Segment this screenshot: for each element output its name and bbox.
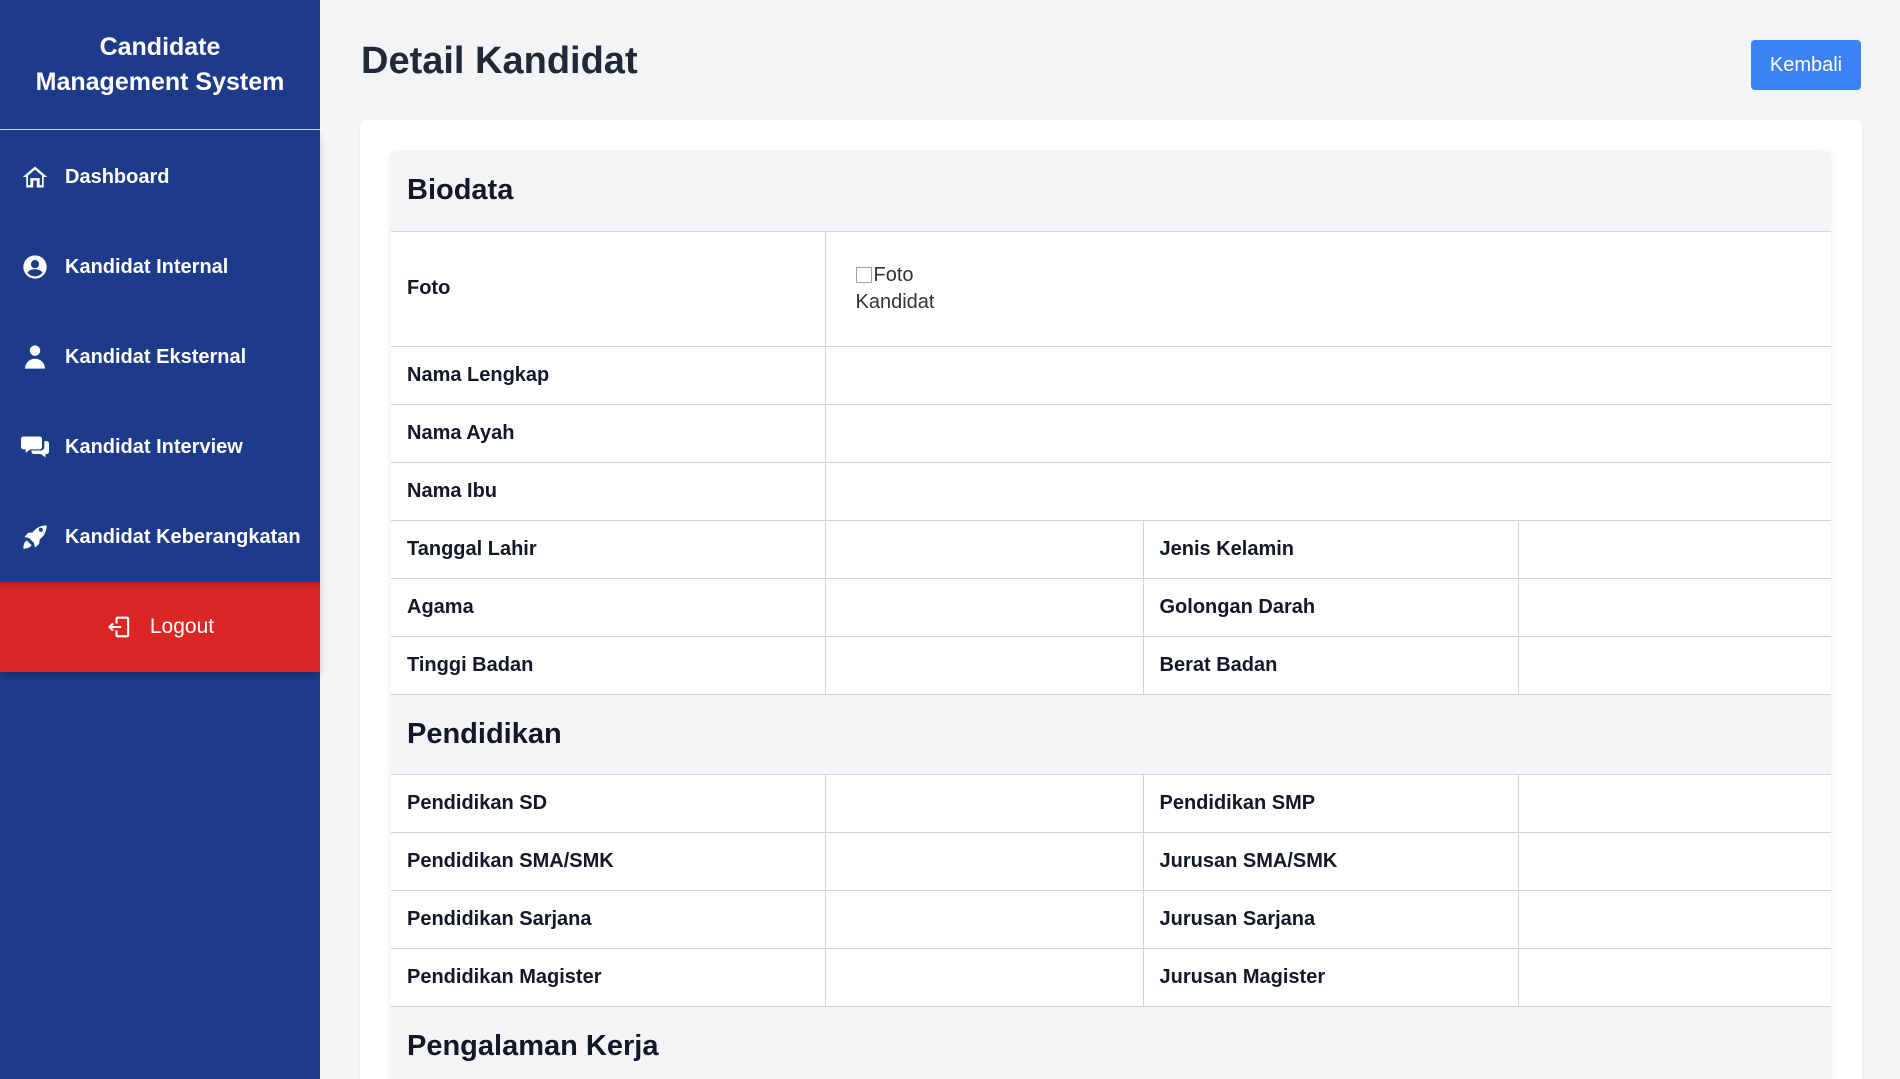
field-label: Jurusan SMA/SMK	[1142, 831, 1518, 890]
logout-button[interactable]: Logout	[0, 582, 320, 672]
sidebar-item-kandidat-internal[interactable]: Kandidat Internal	[0, 222, 320, 312]
table-row: Nama Lengkap	[391, 345, 1831, 404]
page-title: Detail Kandidat	[361, 40, 638, 82]
field-label: Tanggal Lahir	[391, 519, 825, 578]
field-value	[824, 635, 1143, 694]
table-row: Pendidikan Magister Jurusan Magister	[391, 947, 1831, 1006]
back-button[interactable]: Kembali	[1751, 40, 1861, 90]
field-label: Golongan Darah	[1142, 577, 1518, 636]
table-row: Pendidikan Sarjana Jurusan Sarjana	[391, 889, 1831, 948]
section-header-biodata: Biodata	[391, 151, 1831, 231]
field-label: Nama Ayah	[391, 403, 825, 462]
candidate-detail-table: Biodata Foto Foto Kandidat Nama Lengkap …	[391, 151, 1831, 1079]
logout-icon	[106, 613, 134, 641]
app-title: Candidate Management System	[0, 0, 320, 130]
sidebar-item-label: Kandidat Interview	[65, 435, 243, 458]
sidebar-item-label: Kandidat Internal	[65, 255, 229, 278]
field-label: Berat Badan	[1142, 635, 1518, 694]
home-icon	[20, 162, 50, 192]
field-value	[824, 403, 1831, 462]
sidebar-item-label: Kandidat Keberangkatan	[65, 525, 301, 548]
field-label: Nama Ibu	[391, 461, 825, 520]
foto-kandidat-image: Foto Kandidat	[824, 230, 1831, 346]
field-value	[824, 345, 1831, 404]
detail-card: Biodata Foto Foto Kandidat Nama Lengkap …	[360, 120, 1862, 1079]
field-label: Agama	[391, 577, 825, 636]
table-row: Foto Foto Kandidat	[391, 230, 1831, 346]
sidebar: Candidate Management System Dashboard Ka…	[0, 0, 320, 1079]
field-value	[1517, 773, 1831, 832]
table-row: Nama Ayah	[391, 403, 1831, 462]
field-value	[824, 831, 1143, 890]
field-label: Jurusan Sarjana	[1142, 889, 1518, 948]
field-label: Pendidikan SMA/SMK	[391, 831, 825, 890]
field-label: Nama Lengkap	[391, 345, 825, 404]
field-label: Pendidikan SD	[391, 773, 825, 832]
sidebar-item-dashboard[interactable]: Dashboard	[0, 132, 320, 222]
rocket-icon	[20, 522, 50, 552]
sidebar-item-kandidat-eksternal[interactable]: Kandidat Eksternal	[0, 312, 320, 402]
field-label: Tinggi Badan	[391, 635, 825, 694]
field-label: Pendidikan Magister	[391, 947, 825, 1006]
field-value	[1517, 577, 1831, 636]
table-row: Tanggal Lahir Jenis Kelamin	[391, 519, 1831, 578]
field-label: Jenis Kelamin	[1142, 519, 1518, 578]
section-title: Pendidikan	[391, 693, 1831, 774]
field-value	[824, 577, 1143, 636]
field-value	[1517, 635, 1831, 694]
field-value	[1517, 831, 1831, 890]
main-content: Detail Kandidat Kembali Biodata Foto Fot…	[320, 0, 1900, 1079]
field-label: Pendidikan Sarjana	[391, 889, 825, 948]
section-title: Biodata	[391, 151, 1831, 231]
field-label: Pendidikan SMP	[1142, 773, 1518, 832]
sidebar-item-label: Kandidat Eksternal	[65, 345, 247, 368]
field-value	[824, 519, 1143, 578]
field-value	[824, 947, 1143, 1006]
table-row: Agama Golongan Darah	[391, 577, 1831, 636]
field-value	[1517, 889, 1831, 948]
comments-icon	[20, 432, 50, 462]
field-label: Jurusan Magister	[1142, 947, 1518, 1006]
field-value	[1517, 519, 1831, 578]
broken-image-icon	[855, 266, 872, 283]
sidebar-nav: Dashboard Kandidat Internal Kandidat Eks…	[0, 132, 320, 672]
detail-table-container: Biodata Foto Foto Kandidat Nama Lengkap …	[391, 151, 1831, 1079]
section-title: Pengalaman Kerja	[391, 1005, 1831, 1079]
table-row: Pendidikan SD Pendidikan SMP	[391, 773, 1831, 832]
section-header-pendidikan: Pendidikan	[391, 693, 1831, 774]
section-header-pengalaman-kerja: Pengalaman Kerja	[391, 1005, 1831, 1079]
table-row: Nama Ibu	[391, 461, 1831, 520]
field-label: Foto	[391, 230, 825, 346]
field-value	[824, 461, 1831, 520]
sidebar-item-kandidat-keberangkatan[interactable]: Kandidat Keberangkatan	[0, 492, 320, 582]
field-value	[824, 889, 1143, 948]
sidebar-item-label: Dashboard	[65, 165, 170, 188]
table-row: Tinggi Badan Berat Badan	[391, 635, 1831, 694]
logout-label: Logout	[149, 615, 215, 638]
user-icon	[20, 342, 50, 372]
user-circle-icon	[20, 252, 50, 282]
field-value	[1517, 947, 1831, 1006]
field-value	[824, 773, 1143, 832]
table-row: Pendidikan SMA/SMK Jurusan SMA/SMK	[391, 831, 1831, 890]
sidebar-item-kandidat-interview[interactable]: Kandidat Interview	[0, 402, 320, 492]
